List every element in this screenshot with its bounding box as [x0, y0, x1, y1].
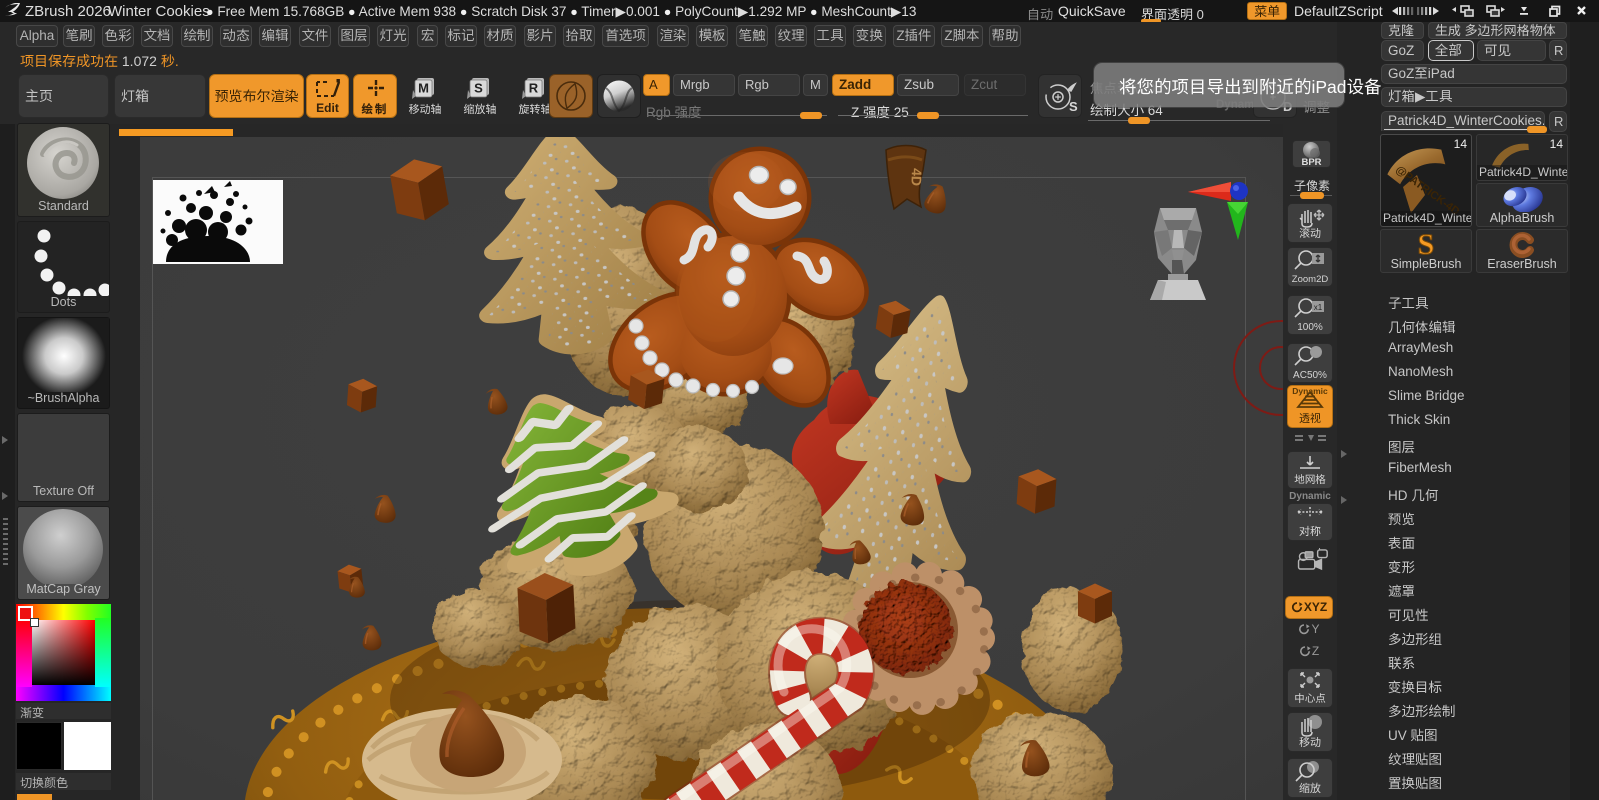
svg-text:M: M	[418, 81, 429, 96]
svg-text:BPR: BPR	[1301, 157, 1321, 167]
svg-text:x1: x1	[1314, 303, 1323, 312]
svg-text:Dynamic: Dynamic	[1292, 386, 1328, 396]
svg-text:4D: 4D	[908, 168, 925, 186]
svg-text:S: S	[1069, 99, 1078, 114]
svg-text:R: R	[529, 81, 539, 96]
svg-text:@PATRICK-4D: @PATRICK-4D	[1393, 164, 1461, 218]
svg-text:S: S	[1418, 230, 1435, 258]
svg-text:S: S	[474, 81, 483, 96]
